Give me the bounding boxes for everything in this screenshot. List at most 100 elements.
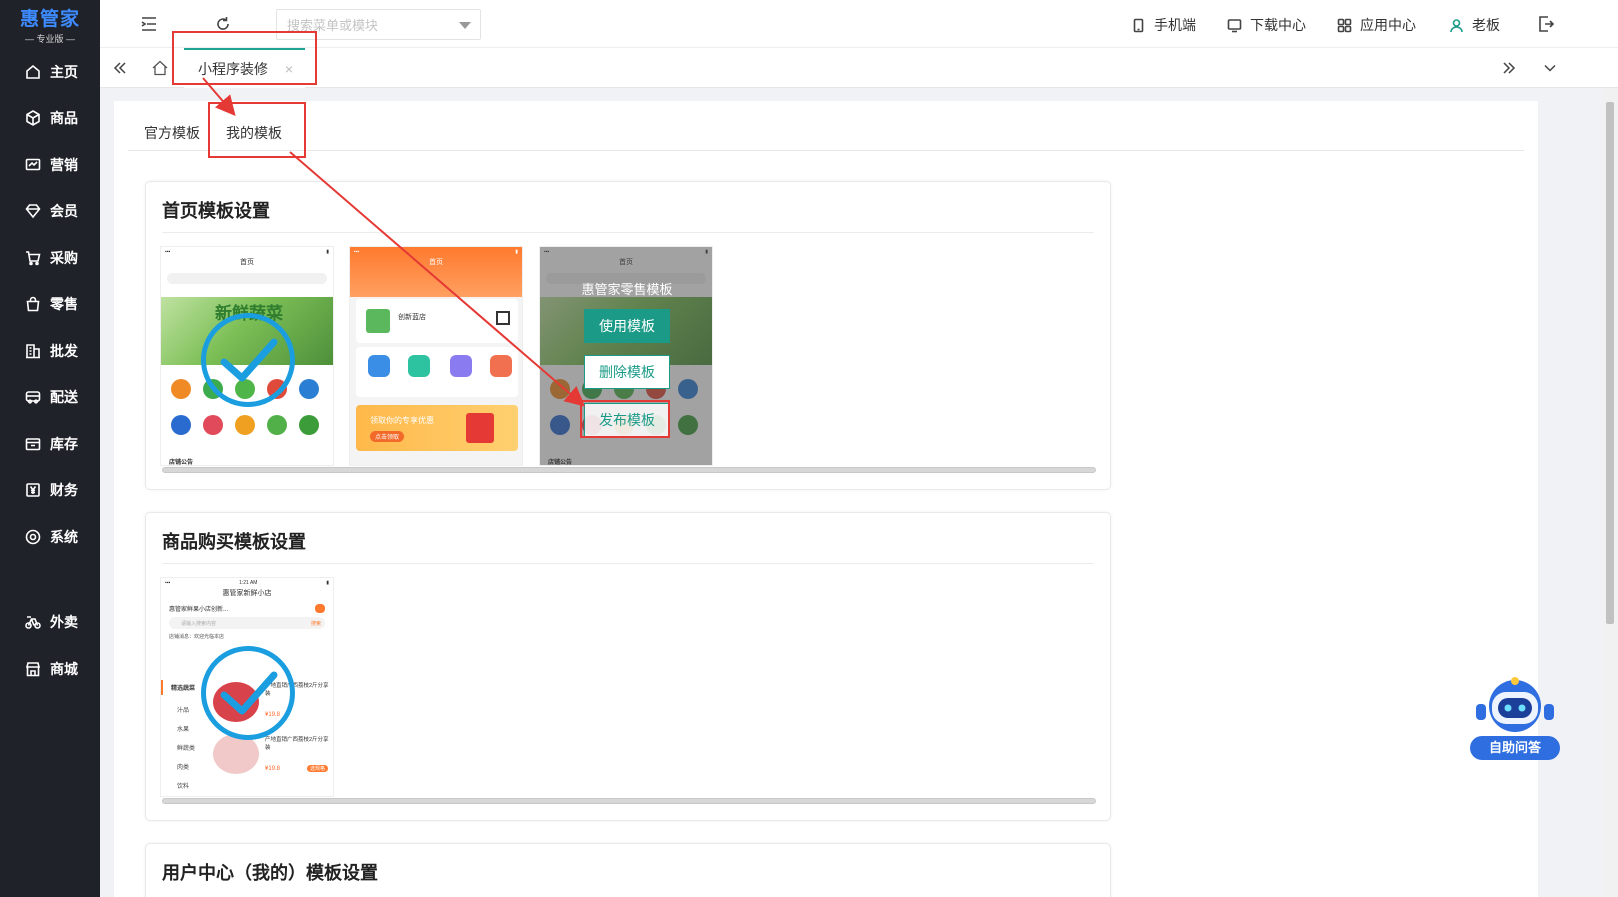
apps-grid-icon: [1337, 18, 1352, 32]
coupon-button: 点击领取: [370, 431, 405, 442]
bike-icon: [25, 616, 41, 629]
coupon-banner: 领取你的专享优惠 点击领取: [356, 405, 518, 451]
sidebar-item-home[interactable]: 主页: [0, 52, 100, 92]
template-thumbnail-orange[interactable]: ▪▪▪ ▮ 首页 创新蓝店 领取你的专享优惠 点击领取: [349, 246, 523, 466]
sidebar-item-label: 财务: [50, 482, 78, 498]
template-thumbnail-purchase[interactable]: ▪▪▪ 1:21 AM ▮ 惠管家新鲜小店 惠管家鲜果小店创新... 请输入搜索内容…: [160, 577, 334, 797]
settings-icon: [25, 529, 41, 545]
truck-icon: [25, 391, 41, 404]
main-content: 官方模板 我的模板 首页模板设置 ▪▪▪ ▮ 首页 新鲜蔬菜 店铺公告 ▪▪▪ …: [114, 101, 1538, 897]
phone-title: 首页: [429, 259, 443, 266]
sidebar-item-label: 商品: [50, 110, 78, 126]
user-icon: [1450, 18, 1463, 32]
template-name: 惠管家零售模板: [581, 282, 673, 297]
yen-icon: [26, 483, 40, 497]
section-title: 用户中心（我的）模板设置: [162, 863, 378, 883]
coupon-text: 领取你的专享优惠: [370, 416, 434, 425]
sidebar-item-label: 营销: [50, 157, 78, 173]
tab-home[interactable]: [151, 59, 169, 77]
sidebar-item-label: 主页: [50, 64, 78, 80]
user-menu[interactable]: 老板: [1449, 15, 1500, 35]
chart-icon: [25, 158, 41, 171]
mobile-link[interactable]: 手机端: [1131, 15, 1196, 35]
section-title: 首页模板设置: [162, 201, 270, 221]
box-icon: [25, 438, 41, 451]
help-assistant-widget[interactable]: 自助问答: [1470, 676, 1560, 762]
sidebar-item-wholesale[interactable]: 批发: [0, 331, 100, 371]
phone-search: [167, 273, 327, 284]
divider: [162, 232, 1094, 233]
sidebar-item-goods[interactable]: 商品: [0, 98, 100, 138]
sidebar-item-takeout[interactable]: 外卖: [0, 602, 100, 642]
home-template-card: 首页模板设置 ▪▪▪ ▮ 首页 新鲜蔬菜 店铺公告 ▪▪▪ ▮ 首页 创新蓝店 …: [145, 181, 1111, 490]
horizontal-scrollbar[interactable]: [162, 467, 1096, 473]
sidebar: 惠管家 — 专业版 — 主页 商品 营销 会员 采购 零售 批发 配送 库存 财…: [0, 0, 100, 897]
monitor-icon: [1227, 18, 1242, 32]
shop-name: 创新蓝店: [398, 314, 426, 321]
sidebar-item-mall[interactable]: 商城: [0, 649, 100, 689]
bag-icon: [26, 296, 40, 312]
sidebar-item-retail[interactable]: 零售: [0, 284, 100, 324]
page-vertical-scrollbar[interactable]: [1602, 88, 1618, 897]
store-icon: [25, 662, 41, 677]
phone-status-bar: ▪▪▪ 1:21 AM ▮: [165, 580, 329, 586]
menu-fold-icon: [141, 17, 156, 31]
menu-toggle-button[interactable]: [139, 14, 159, 34]
sidebar-item-label: 零售: [50, 296, 78, 312]
chevron-down-icon: [459, 22, 471, 29]
phone-status-bar: ▪▪▪▮: [165, 249, 329, 255]
horizontal-scrollbar[interactable]: [162, 798, 1096, 804]
selected-check-icon: [201, 646, 295, 740]
scrollbar-thumb[interactable]: [1606, 102, 1614, 624]
sidebar-item-finance[interactable]: 财务: [0, 470, 100, 510]
sidebar-item-purchase[interactable]: 采购: [0, 238, 100, 278]
sidebar-item-delivery[interactable]: 配送: [0, 377, 100, 417]
annotation-box-publish: [580, 400, 670, 438]
home-icon: [152, 60, 168, 76]
divider: [162, 563, 1094, 564]
user-center-template-card: 用户中心（我的）模板设置: [145, 843, 1111, 897]
scroll-tabs-right-button[interactable]: [1500, 59, 1518, 77]
template-tabs: 官方模板 我的模板: [128, 119, 1524, 151]
cube-icon: [26, 110, 40, 126]
sidebar-item-label: 系统: [50, 529, 78, 545]
tabbar: 小程序装修 ×: [100, 48, 1618, 88]
use-template-button[interactable]: 使用模板: [584, 309, 670, 343]
logout-button[interactable]: [1537, 15, 1557, 35]
sidebar-item-label: 库存: [50, 436, 78, 452]
tab-dropdown-button[interactable]: [1541, 59, 1559, 77]
scroll-tabs-left-button[interactable]: [111, 59, 129, 77]
assistant-label: 自助问答: [1470, 736, 1560, 760]
download-center-label: 下载中心: [1250, 17, 1306, 33]
mobile-icon: [1133, 18, 1144, 32]
double-chevron-right-icon: [1503, 62, 1516, 74]
sidebar-item-system[interactable]: 系统: [0, 517, 100, 557]
robot-icon: [1476, 677, 1554, 732]
user-name: 老板: [1472, 17, 1500, 33]
sidebar-item-marketing[interactable]: 营销: [0, 145, 100, 185]
home-icon: [26, 64, 40, 79]
shop-notice-tag: 店铺公告: [169, 460, 194, 466]
shop-line: 惠管家鲜果小店创新...: [169, 604, 325, 613]
double-chevron-left-icon: [113, 62, 126, 74]
tab-official-templates[interactable]: 官方模板: [144, 123, 200, 143]
download-center-link[interactable]: 下载中心: [1227, 15, 1306, 35]
app-center-label: 应用中心: [1360, 17, 1416, 33]
logo-subtitle: — 专业版 —: [24, 33, 75, 44]
delete-template-button[interactable]: 删除模板: [584, 355, 670, 389]
template-thumbnail-fresh[interactable]: ▪▪▪ ▮ 首页 新鲜蔬菜 店铺公告: [160, 246, 334, 466]
diamond-icon: [25, 204, 41, 219]
category-row: [171, 415, 319, 435]
cart-icon: [26, 251, 41, 266]
notice-bar: 店铺消息：欢迎光临本店: [169, 634, 225, 640]
logo[interactable]: 惠管家 — 专业版 —: [0, 0, 100, 48]
app-center-link[interactable]: 应用中心: [1337, 15, 1416, 35]
product-title: 产地直销广西荔枝2斤分享装: [265, 737, 329, 751]
logo-title: 惠管家: [19, 8, 80, 30]
sidebar-item-label: 采购: [50, 250, 78, 266]
chevron-down-icon: [1544, 64, 1556, 72]
sidebar-item-member[interactable]: 会员: [0, 191, 100, 231]
phone-search: 请输入搜索内容 搜索: [169, 617, 325, 629]
sidebar-item-inventory[interactable]: 库存: [0, 424, 100, 464]
orange-header: ▪▪▪ ▮ 首页: [350, 247, 522, 297]
